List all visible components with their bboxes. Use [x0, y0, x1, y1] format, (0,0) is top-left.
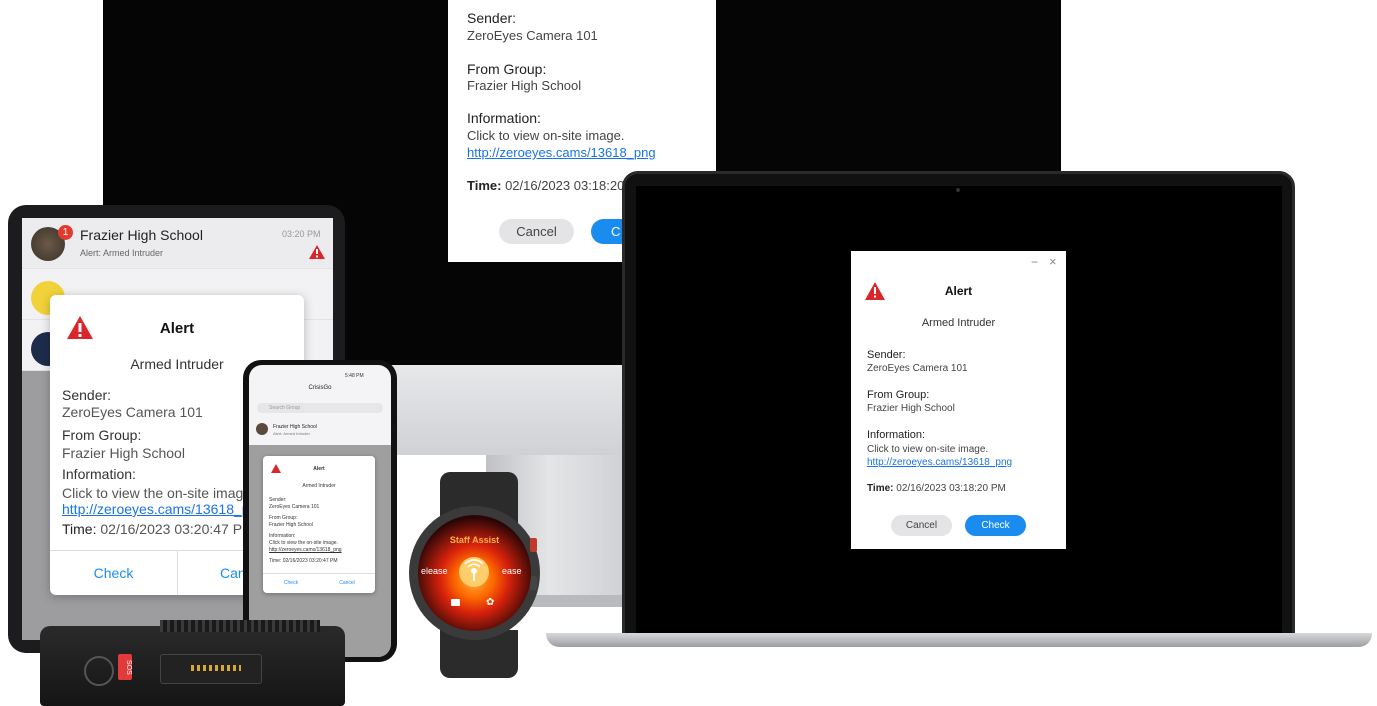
time-row: Time: 02/16/2023 03:20:47 PM	[62, 521, 254, 537]
info-label: Information:	[269, 533, 296, 539]
info-body: Click to view on-site image. http://zero…	[467, 127, 702, 161]
time-label: Time:	[62, 521, 97, 537]
sender-label: Sender:	[269, 497, 287, 503]
info-label: Information:	[62, 466, 136, 482]
time-value: 02/16/2023 03:20:47 PM	[282, 558, 338, 564]
minimize-icon[interactable]: −	[1031, 255, 1038, 269]
camera-dot	[956, 188, 960, 192]
chat-time: 03:20 PM	[282, 229, 321, 239]
connector-pins	[191, 665, 241, 671]
warning-icon	[309, 245, 325, 259]
divider	[263, 573, 375, 574]
watch-title: Staff Assist	[449, 535, 500, 545]
time-value: 02/16/2023 03:18:20	[505, 178, 625, 193]
watch-face: Staff Assist elease ease ✿	[418, 515, 531, 631]
laptop-alert-dialog: − × Alert Armed Intruder Sender: ZeroEye…	[851, 251, 1066, 549]
group-value: Frazier High School	[867, 403, 955, 414]
watch-button[interactable]	[530, 538, 537, 552]
cancel-button[interactable]: Cancel	[499, 219, 574, 244]
radio-connector	[160, 654, 262, 684]
chat-row-frazier[interactable]: 1 Frazier High School Alert: Armed Intru…	[22, 218, 333, 269]
chat-title[interactable]: Frazier High School	[273, 424, 317, 430]
image-link[interactable]: http://zeroeyes.cams/13618_png	[867, 457, 1012, 468]
image-link[interactable]: http://zeroeyes.cams/13618_pn	[62, 501, 257, 517]
time-value: 02/16/2023 03:20:47 PM	[100, 521, 254, 537]
laptop-base	[546, 633, 1372, 647]
group-label: From Group:	[467, 61, 547, 77]
watch-button[interactable]	[530, 576, 537, 590]
sender-value: ZeroEyes Camera 101	[867, 363, 968, 374]
divider	[177, 550, 178, 595]
time-value: 02/16/2023 03:18:20 PM	[896, 483, 1006, 494]
sender-value: ZeroEyes Camera 101	[269, 504, 320, 510]
radio-grille	[160, 620, 320, 632]
group-label: From Group:	[867, 389, 930, 401]
radio-knob[interactable]	[84, 656, 114, 686]
sender-label: Sender:	[467, 10, 517, 26]
time-row: Time: 02/16/2023 03:20:47 PM	[269, 558, 337, 564]
sender-value: ZeroEyes Camera 101	[62, 404, 203, 420]
time-label: Time:	[867, 483, 894, 494]
gear-icon[interactable]: ✿	[486, 597, 494, 608]
broadcast-icon	[464, 559, 484, 581]
cancel-button[interactable]: Cancel	[319, 580, 375, 586]
dialog-title: Alert	[313, 466, 325, 472]
group-label: From Group:	[269, 515, 298, 521]
sender-label: Sender:	[62, 387, 112, 403]
dialog-title: Alert	[159, 320, 195, 337]
time-row: Time: 02/16/2023 03:18:20	[467, 178, 624, 193]
info-text: Click to view the on-site image	[62, 485, 252, 501]
info-text: Click to view on-site image.	[867, 444, 989, 455]
info-text: Click to view the on-site image.	[269, 540, 338, 546]
group-value: Frazier High School	[62, 445, 185, 461]
sender-value: ZeroEyes Camera 101	[467, 28, 598, 43]
group-value: Frazier High School	[467, 78, 582, 93]
sender-label: Sender:	[867, 349, 906, 361]
mail-icon[interactable]	[451, 599, 460, 606]
info-label: Information:	[867, 429, 926, 441]
time-label: Time:	[467, 178, 502, 193]
close-icon[interactable]: ×	[1049, 254, 1057, 269]
time-label: Time:	[269, 558, 282, 564]
info-body: Click to view on-site image. http://zero…	[867, 443, 1057, 469]
dialog-subtitle: Armed Intruder	[921, 317, 996, 329]
info-text: Click to view on-site image.	[467, 128, 625, 143]
sos-button[interactable]: SOS	[118, 654, 132, 680]
watch-left-text: elease	[421, 566, 448, 576]
app-title: CrisisGo	[308, 385, 332, 391]
unread-badge: 1	[58, 225, 73, 240]
info-label: Information:	[467, 110, 541, 126]
dialog-title: Alert	[944, 284, 973, 298]
image-link[interactable]: http://zeroeyes.cams/13618_png	[467, 145, 656, 160]
chat-preview: Alert: Armed Intruder	[273, 431, 310, 436]
search-input[interactable]: Search Group	[257, 403, 383, 413]
cancel-button[interactable]: Cancel	[891, 515, 952, 536]
chat-preview: Alert: Armed Intruder	[80, 248, 164, 258]
assist-button[interactable]	[459, 557, 489, 587]
time-row: Time: 02/16/2023 03:18:20 PM	[867, 483, 1006, 494]
avatar	[256, 423, 268, 435]
image-link[interactable]: http://zeroeyes.cams/13618_png	[269, 547, 342, 553]
check-button[interactable]: Check	[50, 565, 177, 581]
status-bar: 5:48 PM	[345, 373, 364, 379]
check-button[interactable]: Check	[263, 580, 319, 586]
watch-right-text: ease	[502, 566, 522, 576]
chat-title: Frazier High School	[80, 227, 203, 243]
two-way-radio: SOS	[40, 620, 345, 706]
phone-alert-dialog: Alert Armed Intruder Sender: ZeroEyes Ca…	[263, 456, 375, 593]
group-value: Frazier High School	[269, 522, 313, 528]
check-button[interactable]: Check	[965, 515, 1026, 536]
dialog-subtitle: Armed Intruder	[302, 483, 336, 489]
group-label: From Group:	[62, 427, 142, 443]
